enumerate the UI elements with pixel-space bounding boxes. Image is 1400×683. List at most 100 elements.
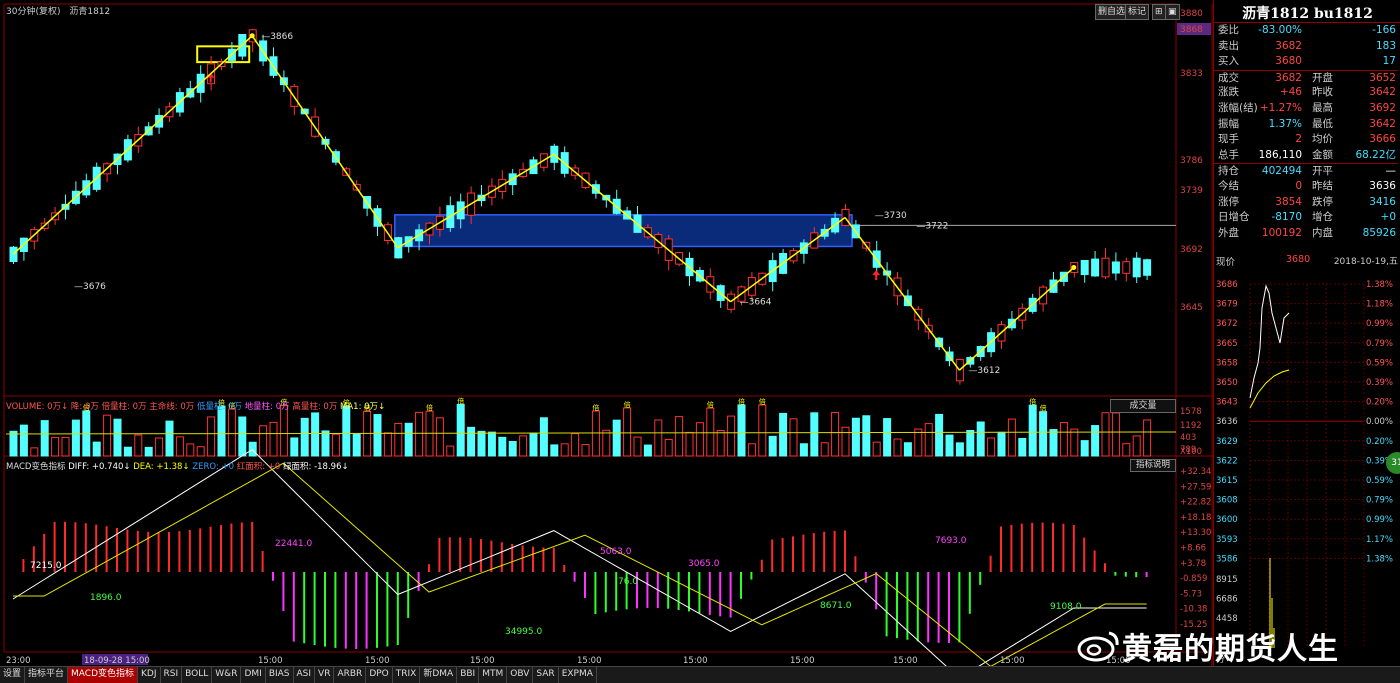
kline-chart[interactable]: —3866—3676—3664—3612—3730—3722 倍倍倍倍倍倍 倍倍倍… [0, 0, 1214, 666]
tab-mtm[interactable]: MTM [479, 667, 508, 683]
quote-row: 振幅 1.37% 最低 3642 [1214, 117, 1398, 133]
volume-bar [248, 441, 257, 457]
tab-w&r[interactable]: W&R [212, 667, 242, 683]
watermark: 黄磊的期货人生 [1076, 624, 1339, 668]
volume-bar [1080, 440, 1089, 457]
intraday-chart[interactable]: 3686 1.38% 3679 1.18% 3672 0.99% 3665 0.79% 3658… [1214, 268, 1398, 668]
price-tick: 3868 [1180, 25, 1203, 35]
tab-kdj[interactable]: KDJ [138, 667, 161, 683]
volume-bar [477, 430, 486, 457]
volume-bar [914, 428, 923, 457]
volume-bar [883, 418, 892, 457]
volume-bar [155, 437, 164, 457]
tab-新dma[interactable]: 新DMA [420, 667, 458, 683]
quote-value: 3636 [1369, 180, 1396, 192]
quote-value: 2 [1295, 133, 1302, 146]
quote-value: +1.27% [1259, 102, 1302, 114]
quote-value: 3652 [1369, 71, 1396, 84]
quote-label: 涨跌 [1218, 86, 1239, 99]
time-tick: 15:00 [1000, 656, 1025, 666]
quote-value: 3682 [1275, 71, 1302, 84]
mini-price-tick: 3586 [1216, 554, 1238, 564]
window-icon[interactable]: ▣ [1165, 4, 1180, 20]
volume-marker: 倍 [592, 403, 599, 412]
volume-bar [279, 404, 288, 457]
tab-asi[interactable]: ASI [294, 667, 316, 683]
quote-label: 今结 [1218, 180, 1239, 192]
tab-expma[interactable]: EXPMA [559, 667, 597, 683]
quote-label: 成交 [1218, 71, 1239, 84]
mini-pct-tick: 1.38% [1366, 554, 1393, 564]
volume-bar [331, 433, 340, 457]
watermark-text: 黄磊的期货人生 [1122, 632, 1339, 667]
mini-pct-tick: 0.79% [1366, 339, 1393, 349]
quote-value: 402494 [1261, 165, 1302, 178]
macd-tick: +8.66 [1180, 544, 1206, 554]
mini-price-tick: 3665 [1216, 339, 1238, 349]
volume-marker: 倍 [1029, 397, 1036, 406]
tab-dpo[interactable]: DPO [366, 667, 393, 683]
volume-bar [259, 425, 268, 457]
candle [196, 65, 205, 103]
quote-row: 持仓 402494 开平 — [1214, 163, 1398, 180]
volume-type-button[interactable]: 成交量 [1110, 399, 1176, 413]
tab-bbi[interactable]: BBI [457, 667, 480, 683]
candle [612, 189, 621, 215]
quote-label: 最低 [1312, 117, 1333, 130]
volume-bar [924, 423, 933, 457]
period-label[interactable]: 30分钟(复权) [6, 7, 60, 17]
quote-label: 开平 [1312, 165, 1333, 178]
volume-bar [1132, 435, 1141, 457]
candle [1122, 257, 1131, 282]
weibo-icon [1076, 629, 1122, 663]
volume-bar [758, 404, 767, 457]
volume-bar [612, 419, 621, 457]
grid-icon[interactable]: ⊞ [1152, 4, 1166, 20]
volume-bar [175, 436, 184, 457]
quote-value: 68.22亿 [1355, 148, 1396, 161]
quote-label: 买入 [1218, 55, 1239, 68]
delete-watchlist-button[interactable]: 删自选 [1095, 4, 1129, 20]
quote-row: 买入 3680 17 [1214, 54, 1398, 70]
volume-bar [123, 446, 132, 457]
tab-arbr[interactable]: ARBR [334, 667, 367, 683]
volume-bar [435, 417, 444, 457]
mini-pct-tick: 1.17% [1366, 535, 1393, 545]
macd-tick: +27.59 [1180, 482, 1211, 492]
tab-bias[interactable]: BIAS [266, 667, 294, 683]
volume-tick: 1578 [1180, 407, 1202, 417]
tab-rsi[interactable]: RSI [161, 667, 183, 683]
volume-bar [820, 442, 829, 457]
volume-bar [103, 414, 112, 457]
tab-trix[interactable]: TRIX [393, 667, 421, 683]
price-annotation: —3664 [740, 298, 772, 308]
candle [1101, 248, 1110, 280]
volume-bar [217, 405, 226, 457]
mini-price-tick: 3672 [1216, 319, 1238, 329]
volume-bar [342, 405, 351, 457]
mark-button[interactable]: 标记 [1125, 4, 1150, 20]
tab-设置[interactable]: 设置 [0, 667, 26, 683]
tab-dmi[interactable]: DMI [241, 667, 266, 683]
quote-value: 3682 [1275, 39, 1302, 52]
volume-marker: 倍 [707, 400, 714, 409]
tab-macd变色指标[interactable]: MACD变色指标 [68, 667, 139, 683]
volume-bar [30, 447, 39, 457]
quote-label: 外盘 [1218, 226, 1239, 239]
candle-body [1143, 259, 1152, 276]
volume-bar [19, 424, 28, 457]
tab-boll[interactable]: BOLL [182, 667, 213, 683]
indicator-help-button[interactable]: 指标说明 [1130, 459, 1176, 472]
candle [404, 236, 413, 253]
candle [633, 206, 642, 233]
tab-obv[interactable]: OBV [507, 667, 534, 683]
tab-sar[interactable]: SAR [533, 667, 559, 683]
tab-指标平台[interactable]: 指标平台 [25, 667, 69, 683]
mini-pct-tick: 0.79% [1366, 496, 1393, 506]
quote-row: 日增仓 -8170 增仓 +0 [1214, 210, 1398, 226]
macd-tick: +32.34 [1180, 467, 1211, 477]
volume-bar [1122, 443, 1131, 457]
quote-label: 开盘 [1312, 71, 1333, 84]
tab-vr[interactable]: VR [315, 667, 335, 683]
quote-value: 1.37% [1268, 117, 1302, 130]
